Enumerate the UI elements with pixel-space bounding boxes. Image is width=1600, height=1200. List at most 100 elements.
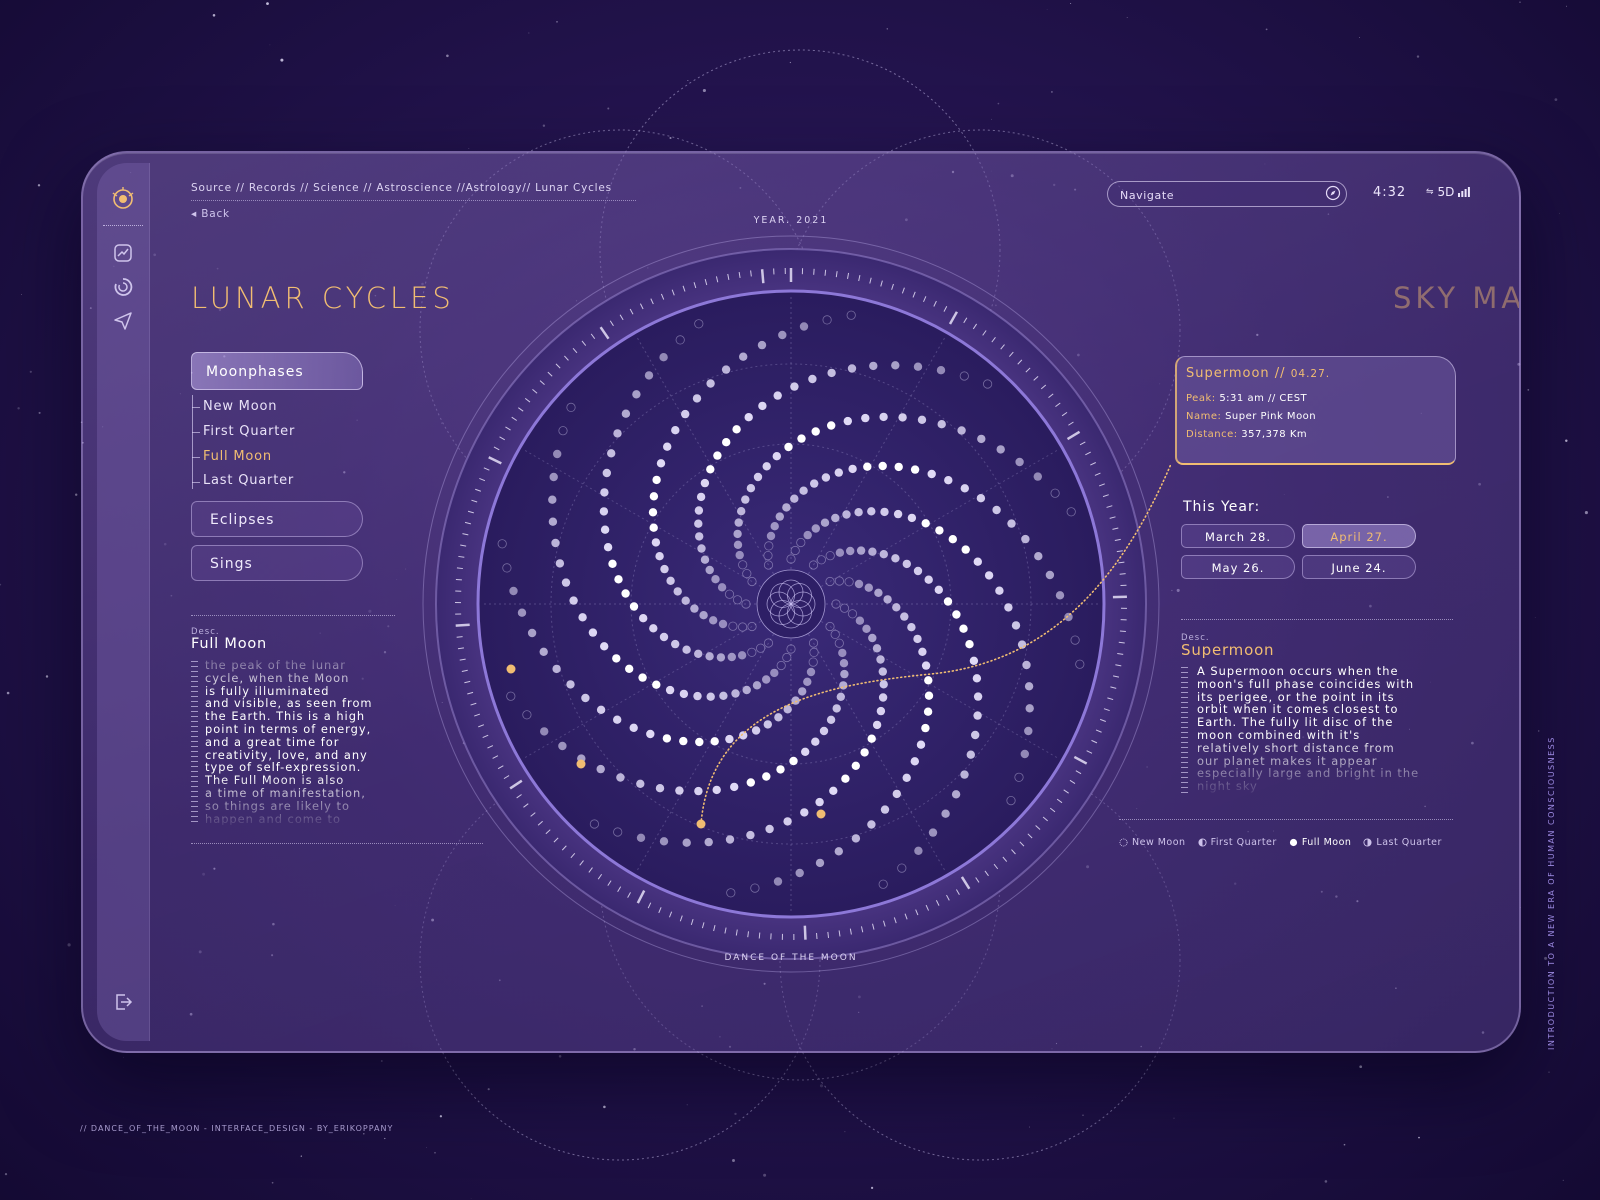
date-chip-march-28[interactable]: March 28. bbox=[1181, 524, 1295, 548]
submenu-last-quarter[interactable]: Last Quarter bbox=[203, 473, 294, 488]
moon-phase-dot bbox=[712, 785, 721, 795]
main-panel: Source // Records // Science // Astrosci… bbox=[81, 151, 1521, 1053]
moon-phase-dot bbox=[741, 495, 750, 504]
moon-phase-dot bbox=[1034, 552, 1043, 561]
moon-phase-dot bbox=[836, 692, 845, 701]
moon-phase-dot bbox=[679, 689, 689, 699]
logo-icon[interactable] bbox=[109, 185, 137, 213]
moon-phase-dot bbox=[731, 689, 740, 698]
moon-phase-dot bbox=[841, 774, 850, 783]
moon-phase-dot bbox=[733, 529, 742, 539]
right-desc-ruler bbox=[1181, 667, 1188, 793]
moon-phase-dot bbox=[819, 726, 829, 736]
moon-phase-dot bbox=[613, 715, 622, 724]
moon-phase-dot bbox=[746, 830, 755, 840]
moon-phase-dot bbox=[509, 586, 518, 596]
moon-phase-dot bbox=[681, 409, 690, 419]
moon-phase-dot bbox=[811, 524, 820, 533]
moon-phase-dot bbox=[973, 692, 983, 701]
menu-sings[interactable]: Sings bbox=[191, 545, 363, 581]
menu-eclipses[interactable]: Eclipses bbox=[191, 501, 363, 537]
moon-phase-dot bbox=[693, 691, 702, 701]
moon-phase-dot bbox=[924, 691, 934, 700]
moon-phase-dot bbox=[636, 833, 646, 842]
moon-phase-dot bbox=[773, 391, 782, 400]
moon-phase-dot bbox=[874, 588, 883, 597]
left-desc-line: point in terms of energy, bbox=[205, 721, 372, 736]
date-chip-may-26[interactable]: May 26. bbox=[1181, 555, 1295, 579]
navigate-search[interactable] bbox=[1107, 181, 1347, 207]
moon-phase-dot bbox=[694, 649, 703, 658]
moon-phase-dot bbox=[972, 674, 982, 683]
submenu-tick bbox=[192, 407, 200, 408]
moon-phase-dot bbox=[621, 409, 631, 418]
moon-phase-dot bbox=[588, 628, 598, 637]
moon-phase-dot bbox=[722, 438, 731, 447]
moon-phase-dot bbox=[762, 462, 771, 471]
date-chip-june-24[interactable]: June 24. bbox=[1302, 555, 1416, 579]
name-value: Super Pink Moon bbox=[1225, 411, 1317, 422]
cycle-icon[interactable] bbox=[111, 275, 135, 299]
moon-phase-dot bbox=[665, 685, 675, 695]
moon-phase-dot bbox=[831, 513, 840, 523]
moon-phase-dot bbox=[913, 362, 923, 371]
date-chip-april-27[interactable]: April 27. bbox=[1302, 524, 1416, 548]
moon-phase-dot bbox=[795, 868, 804, 878]
moon-phase-dot bbox=[727, 652, 736, 662]
moon-phase-dot bbox=[673, 587, 682, 596]
moon-phase-dot bbox=[914, 846, 923, 855]
moon-phase-dot bbox=[757, 340, 767, 350]
moon-phase-dot bbox=[706, 692, 715, 701]
submenu-new-moon[interactable]: New Moon bbox=[203, 399, 277, 414]
moon-phase-dot bbox=[783, 817, 792, 826]
back-button[interactable]: ◂ Back bbox=[191, 208, 230, 220]
left-desc-line: a time of manifestation, bbox=[205, 785, 366, 800]
logout-icon[interactable] bbox=[111, 990, 135, 1014]
moon-phase-dot bbox=[790, 382, 799, 391]
submenu-full-moon[interactable]: Full Moon bbox=[203, 449, 272, 464]
compass-icon[interactable] bbox=[1325, 185, 1341, 201]
send-icon[interactable] bbox=[111, 309, 135, 333]
moon-phase-dot bbox=[607, 449, 616, 458]
moon-phase-dot bbox=[1022, 660, 1031, 670]
moon-phase-dot bbox=[706, 465, 715, 474]
moon-phase-dot bbox=[851, 834, 861, 843]
moon-phase-dot bbox=[879, 680, 888, 689]
moon-phase-dot bbox=[721, 365, 731, 374]
legend-last-quarter: Last Quarter bbox=[1363, 837, 1442, 848]
moon-phase-dot bbox=[891, 361, 900, 370]
chart-icon[interactable] bbox=[111, 241, 135, 265]
supermoon-card[interactable]: Supermoon // 04.27. Peak: 5:31 am // CES… bbox=[1175, 356, 1456, 465]
moon-phase-dot bbox=[892, 789, 901, 799]
card-title-text: Supermoon // bbox=[1186, 366, 1291, 381]
submenu-first-quarter[interactable]: First Quarter bbox=[203, 424, 295, 439]
lunar-cycle-dial[interactable] bbox=[411, 224, 1171, 984]
moon-phase-dot bbox=[717, 583, 727, 592]
moon-phase-dot bbox=[629, 723, 638, 732]
card-distance-row: Distance: 357,378 Km bbox=[1186, 429, 1307, 440]
moon-phase-dot bbox=[838, 648, 847, 658]
moon-phase-dot bbox=[548, 495, 557, 504]
moon-phase-dot bbox=[941, 809, 950, 818]
moon-phase-dot bbox=[1015, 457, 1024, 467]
moon-phase-dot bbox=[636, 779, 645, 788]
search-input[interactable] bbox=[1118, 185, 1312, 205]
moon-phase-dot bbox=[649, 523, 658, 532]
moon-phase-dot bbox=[851, 761, 860, 770]
next-page-title[interactable]: SKY MA bbox=[1393, 281, 1519, 315]
moon-phase-dot bbox=[753, 472, 763, 482]
moon-phase-dot bbox=[1033, 472, 1042, 481]
moon-phase-dot bbox=[770, 522, 779, 531]
moon-phase-dot bbox=[616, 773, 625, 782]
moon-phase-dot bbox=[917, 415, 927, 424]
moon-phase-dot bbox=[648, 508, 658, 517]
moon-phase-dot bbox=[751, 726, 761, 735]
moon-phase-dot bbox=[662, 734, 672, 743]
moon-phase-dot bbox=[599, 507, 609, 516]
moon-phase-dot bbox=[613, 429, 622, 438]
breadcrumb[interactable]: Source // Records // Science // Astrosci… bbox=[191, 182, 612, 194]
menu-moonphases[interactable]: Moonphases bbox=[191, 352, 363, 390]
moon-phase-dot bbox=[644, 371, 654, 380]
moon-phase-dot bbox=[746, 484, 756, 493]
moon-phase-dot bbox=[776, 765, 785, 774]
